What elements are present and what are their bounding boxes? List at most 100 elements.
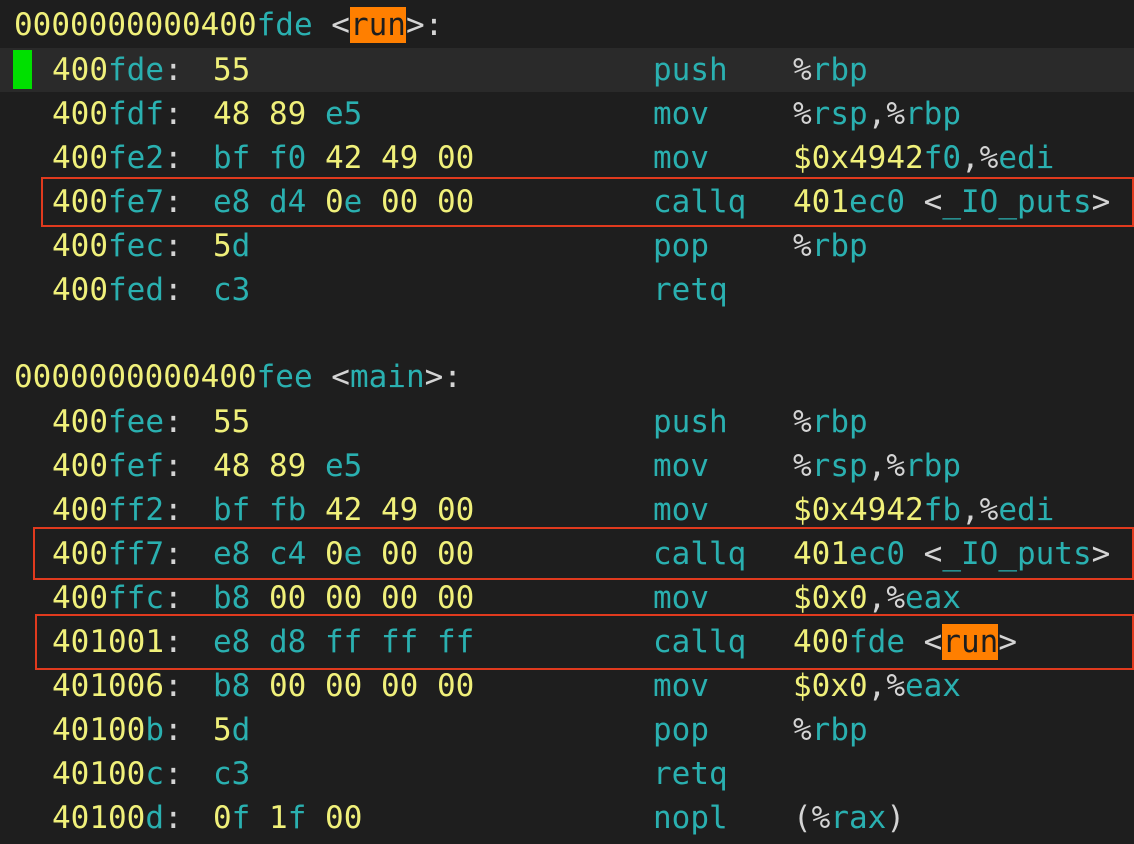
byte-value: 42 xyxy=(325,140,363,176)
machine-code-bytes: bf fb 42 49 00 xyxy=(213,488,474,532)
instruction-row[interactable]: 400fdf: 48 89 e5 mov %rsp,%rbp xyxy=(0,92,1134,136)
mnemonic: mov xyxy=(653,140,709,176)
colon: : xyxy=(163,668,183,704)
address-hex: c xyxy=(145,756,164,792)
byte-value: 89 xyxy=(269,448,307,484)
operand-part: $0x4942 xyxy=(793,140,924,176)
operand-part: rbp xyxy=(811,712,868,748)
bracket: >: xyxy=(405,7,444,43)
function-header: 0000000000400fee <main>: xyxy=(14,355,1134,399)
function-address: 0000000000400 xyxy=(14,7,257,43)
byte-value: c3 xyxy=(213,272,251,308)
operand-part: ,% xyxy=(960,492,999,528)
operands: %rbp xyxy=(793,400,868,444)
operand-part: rbp xyxy=(811,52,868,88)
function-header: 0000000000400fde <run>: xyxy=(14,3,1134,47)
colon: : xyxy=(164,96,183,132)
instruction-address: 400fe2: xyxy=(52,136,183,180)
byte-char: d xyxy=(231,712,251,748)
operand-part: rbp xyxy=(811,228,868,264)
mnemonic: push xyxy=(653,404,728,440)
instruction-row[interactable]: 400fde: 55 push %rbp xyxy=(0,48,1134,92)
function-address-hex: fee xyxy=(256,359,313,395)
address-digits: 400 xyxy=(52,140,108,176)
instruction-row[interactable]: 400fec: 5d pop %rbp xyxy=(0,224,1134,268)
operand-part: ,% xyxy=(867,668,905,704)
machine-code-bytes: 55 xyxy=(213,48,250,92)
operands: %rbp xyxy=(793,224,868,268)
colon: : xyxy=(164,712,183,748)
address-digits: 400 xyxy=(52,404,108,440)
instruction-row[interactable]: 400fee: 55 push %rbp xyxy=(0,400,1134,444)
mnemonic: retq xyxy=(653,756,728,792)
instruction-row[interactable]: 400fe2: bf f0 42 49 00 mov $0x4942f0,%edi xyxy=(0,136,1134,180)
instruction-address: 400fef: xyxy=(52,444,183,488)
instruction-row[interactable]: 400fef: 48 89 e5 mov %rsp,%rbp xyxy=(0,444,1134,488)
operand-part: % xyxy=(793,448,812,484)
address-hex: fec xyxy=(108,228,164,264)
instruction-address: 400fec: xyxy=(52,224,183,268)
operands: $0x4942fb,%edi xyxy=(793,488,1054,532)
operands: %rsp,%rbp xyxy=(793,92,961,136)
mnemonic: push xyxy=(653,52,728,88)
byte-char: f xyxy=(231,800,251,836)
instruction-address: 400fde: xyxy=(52,48,183,92)
machine-code-bytes: bf f0 42 49 00 xyxy=(213,136,474,180)
operand-part: rsp xyxy=(811,448,868,484)
machine-code-bytes: b8 00 00 00 00 xyxy=(213,664,474,708)
address-digits: 40100 xyxy=(52,712,146,748)
operand-part: edi xyxy=(998,492,1055,528)
instruction-row[interactable]: 40100b: 5d pop %rbp xyxy=(0,708,1134,752)
instruction-row[interactable]: 40100c: c3 retq xyxy=(0,752,1134,796)
operand-part: ,% xyxy=(867,448,905,484)
operand-part: (% xyxy=(793,800,831,836)
instruction-address: 400fed: xyxy=(52,268,183,312)
byte-value: 55 xyxy=(213,52,251,88)
operand-part: $0x0 xyxy=(793,668,868,704)
instruction-row[interactable]: 401006: b8 00 00 00 00 mov $0x0,%eax xyxy=(0,664,1134,708)
operands: $0x4942f0,%edi xyxy=(793,136,1054,180)
operand-part: rbp xyxy=(905,96,961,132)
address-digits: 400 xyxy=(52,448,108,484)
operand-part: $0x4942 xyxy=(793,492,924,528)
operands: %rsp,%rbp xyxy=(793,444,961,488)
byte-value: 00 xyxy=(269,580,307,616)
instruction-address: 400ff2: xyxy=(52,488,183,532)
instruction-row[interactable]: 400ff2: bf fb 42 49 00 mov $0x4942fb,%edi xyxy=(0,488,1134,532)
colon: : xyxy=(164,404,183,440)
bracket: < xyxy=(312,359,350,395)
operand-part: $0x0 xyxy=(793,580,868,616)
byte-value: b8 xyxy=(213,580,251,616)
byte-value: 00 xyxy=(437,668,475,704)
colon: : xyxy=(164,52,183,88)
byte-value: b8 xyxy=(213,668,251,704)
colon: : xyxy=(164,140,183,176)
address-digits: 400 xyxy=(52,96,108,132)
mnemonic: mov xyxy=(653,448,709,484)
address-digits: 400 xyxy=(52,272,108,308)
machine-code-bytes: 48 89 e5 xyxy=(213,444,362,488)
byte-value: 00 xyxy=(325,668,363,704)
function-name: run xyxy=(349,7,406,43)
colon: : xyxy=(164,448,183,484)
byte-value: 00 xyxy=(437,580,475,616)
address-digits: 40100 xyxy=(52,800,146,836)
address-digits: 40100 xyxy=(52,756,146,792)
address-hex: ff2 xyxy=(108,492,164,528)
instruction-row[interactable]: 400fed: c3 retq xyxy=(0,268,1134,312)
byte-value: 48 xyxy=(213,96,251,132)
byte-char: 5 xyxy=(213,712,232,748)
bracket: >: xyxy=(424,359,462,395)
instruction-row[interactable]: 40100d: 0f 1f 00 nopl (%rax) xyxy=(0,796,1134,840)
byte-value: 89 xyxy=(269,96,307,132)
byte-value: 48 xyxy=(213,448,251,484)
function-address: 0000000000400 xyxy=(14,359,257,395)
address-digits: 400 xyxy=(52,228,108,264)
operand-part: eax xyxy=(904,668,961,704)
address-hex: b xyxy=(145,712,164,748)
address-digits: 401006 xyxy=(52,668,164,704)
operands: (%rax) xyxy=(793,796,905,840)
byte-value: bf xyxy=(213,492,251,528)
operand-part: fb xyxy=(923,492,961,528)
byte-value: 42 xyxy=(325,492,363,528)
